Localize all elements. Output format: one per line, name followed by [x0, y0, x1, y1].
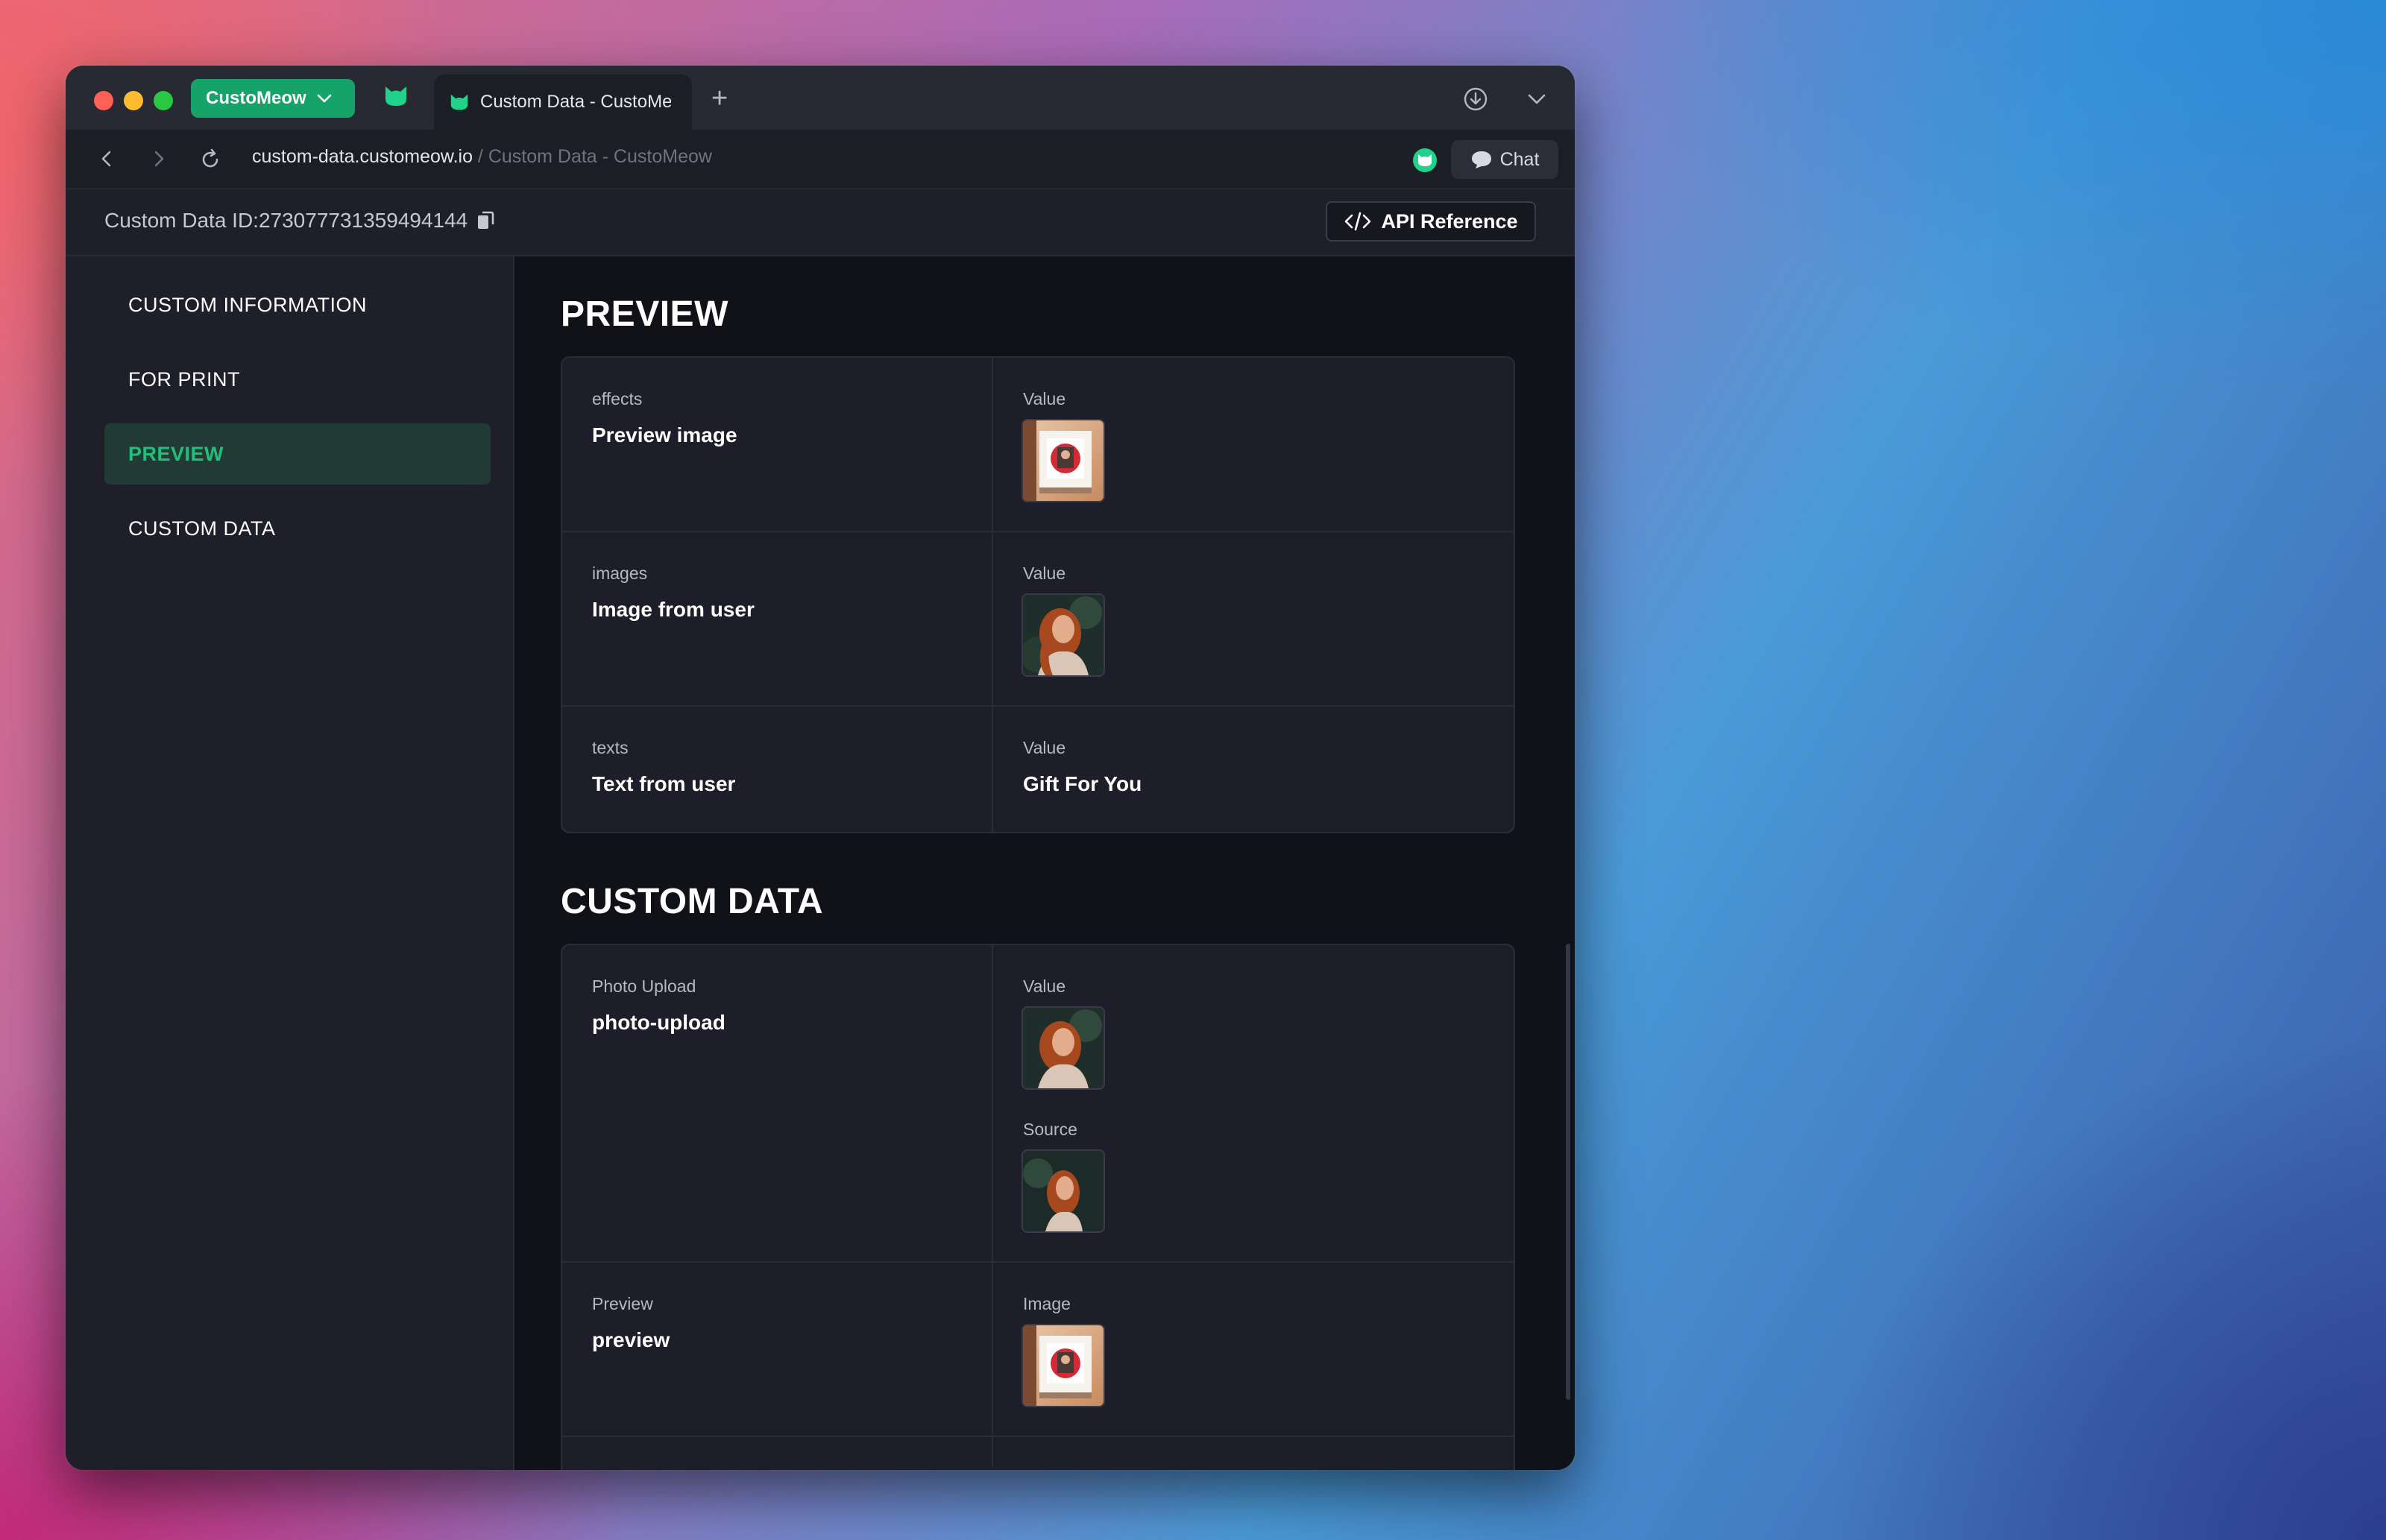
api-reference-button[interactable]: API Reference — [1326, 201, 1536, 242]
api-reference-label: API Reference — [1381, 209, 1518, 233]
reload-icon[interactable] — [198, 148, 222, 175]
custom-data-id: Custom Data ID:273077731359494144 — [104, 209, 494, 233]
sidebar-item-label: FOR PRINT — [128, 367, 240, 391]
maximize-window-button[interactable] — [154, 91, 173, 110]
address-bar: custom-data.customeow.io / Custom Data -… — [66, 130, 1575, 189]
extension-icon[interactable] — [1412, 148, 1438, 177]
custom-data-card: Photo Upload photo-upload Value Source P… — [561, 944, 1515, 1470]
field-type: images — [592, 564, 648, 583]
table-row — [562, 1437, 1514, 1467]
profile-switcher-button[interactable]: CustoMeow — [191, 79, 355, 118]
browser-window: CustoMeow Custom Data - CustoMeow + — [66, 66, 1575, 1470]
sidebar-item-preview[interactable]: PREVIEW — [104, 423, 491, 485]
url-host: custom-data.customeow.io — [252, 146, 473, 167]
preview-card: effects Preview image Value images Image… — [561, 356, 1515, 833]
cat-logo-icon — [450, 94, 468, 110]
minimize-window-button[interactable] — [124, 91, 143, 110]
chat-bubble-icon — [1471, 151, 1491, 168]
field-type: Photo Upload — [592, 976, 696, 996]
copy-icon[interactable] — [476, 210, 494, 231]
photo-upload-value-thumbnail[interactable] — [1023, 1008, 1104, 1088]
table-row: texts Text from user Value Gift For You — [562, 707, 1514, 832]
title-bar: CustoMeow Custom Data - CustoMeow + — [66, 66, 1575, 130]
section-title-preview: PREVIEW — [561, 294, 728, 334]
url-field[interactable]: custom-data.customeow.io / Custom Data -… — [252, 146, 712, 168]
field-name: Image from user — [592, 598, 755, 621]
forward-icon[interactable] — [148, 148, 170, 174]
text-value: Gift For You — [1023, 772, 1142, 795]
sidebar: CUSTOM INFORMATION FOR PRINT PREVIEW CUS… — [66, 256, 514, 1470]
section-title-custom-data: CUSTOM DATA — [561, 882, 824, 921]
sidebar-item-custom-information[interactable]: CUSTOM INFORMATION — [104, 274, 491, 335]
tab-title: Custom Data - CustoMeow — [480, 92, 671, 112]
url-separator: / — [472, 146, 488, 167]
field-name: Text from user — [592, 772, 736, 795]
preview-value-thumbnail[interactable] — [1023, 1325, 1104, 1406]
user-image-thumbnail[interactable] — [1023, 595, 1104, 675]
sidebar-item-label: CUSTOM INFORMATION — [128, 293, 367, 316]
chat-label: Chat — [1499, 148, 1540, 170]
preview-image-thumbnail[interactable] — [1023, 420, 1104, 501]
field-type: Preview — [592, 1294, 653, 1313]
table-row: effects Preview image Value — [562, 358, 1514, 532]
download-icon[interactable] — [1463, 86, 1488, 116]
close-window-button[interactable] — [94, 91, 113, 110]
back-icon[interactable] — [95, 148, 118, 174]
sidebar-item-custom-data[interactable]: CUSTOM DATA — [104, 498, 491, 559]
pinned-tab-customeow[interactable] — [383, 85, 409, 111]
new-tab-button[interactable]: + — [711, 83, 728, 113]
tab-list-chevron-icon[interactable] — [1526, 88, 1548, 114]
sidebar-item-label: PREVIEW — [128, 442, 224, 465]
tab-custom-data[interactable]: Custom Data - CustoMeow — [434, 75, 692, 130]
value-label: Value — [1023, 976, 1066, 996]
chat-button[interactable]: Chat — [1451, 140, 1558, 179]
main-content: PREVIEW effects Preview image Value imag… — [514, 256, 1575, 1470]
photo-upload-source-thumbnail[interactable] — [1023, 1151, 1104, 1231]
value-label: Value — [1023, 564, 1066, 583]
field-name: Preview image — [592, 423, 737, 446]
table-row: Preview preview Image — [562, 1263, 1514, 1437]
table-row: Photo Upload photo-upload Value Source — [562, 945, 1514, 1263]
sidebar-item-for-print[interactable]: FOR PRINT — [104, 349, 491, 410]
scrollbar[interactable] — [1566, 944, 1570, 1400]
chevron-down-icon — [317, 94, 331, 103]
page-header: Custom Data ID:273077731359494144 API Re… — [66, 189, 1575, 256]
value-label: Value — [1023, 389, 1066, 408]
table-row: images Image from user Value — [562, 532, 1514, 707]
value-label: Image — [1023, 1294, 1071, 1313]
url-page-title: Custom Data - CustoMeow — [488, 146, 712, 167]
field-type: effects — [592, 389, 643, 408]
cat-logo-icon — [385, 86, 406, 106]
field-type: texts — [592, 738, 629, 757]
sidebar-item-label: CUSTOM DATA — [128, 517, 276, 540]
code-icon — [1345, 212, 1371, 231]
custom-data-id-text: Custom Data ID:273077731359494144 — [104, 209, 468, 232]
field-name: photo-upload — [592, 1011, 725, 1034]
field-name: preview — [592, 1328, 670, 1351]
profile-label: CustoMeow — [206, 88, 306, 108]
source-label: Source — [1023, 1120, 1077, 1139]
value-label: Value — [1023, 738, 1066, 757]
